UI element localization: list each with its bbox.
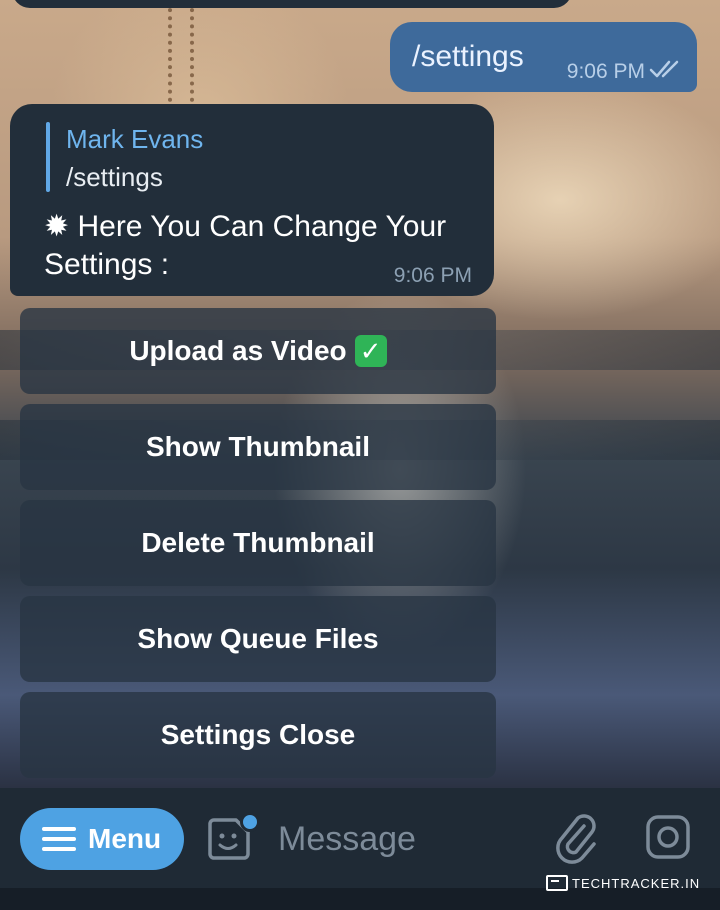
show-thumbnail-button[interactable]: Show Thumbnail xyxy=(20,404,496,490)
attach-icon[interactable] xyxy=(554,810,598,866)
button-label: Show Queue Files xyxy=(137,623,379,654)
outgoing-message-time: 9:06 PM xyxy=(566,60,645,83)
menu-icon xyxy=(42,827,76,851)
wallpaper-chain xyxy=(168,0,194,110)
menu-button-label: Menu xyxy=(88,823,162,854)
camera-icon[interactable] xyxy=(645,814,691,860)
message-input[interactable] xyxy=(278,816,528,862)
watermark-text: TECHTRACKER.IN xyxy=(572,875,701,891)
double-check-icon xyxy=(649,60,679,78)
button-label: Delete Thumbnail xyxy=(141,527,375,558)
reply-sender-name[interactable]: Mark Evans xyxy=(66,124,203,155)
check-mark-icon: ✓ xyxy=(354,335,387,367)
button-label: Show Thumbnail xyxy=(146,431,370,462)
button-label: Settings Close xyxy=(160,719,356,750)
settings-close-button[interactable]: Settings Close xyxy=(20,692,496,778)
incoming-message-time: 9:06 PM xyxy=(393,264,472,287)
menu-button[interactable]: Menu xyxy=(20,808,184,870)
upload-as-video-button[interactable]: Upload as Video ✓ xyxy=(20,308,496,394)
watermark-logo-icon xyxy=(546,875,568,891)
reply-quoted-text: /settings xyxy=(66,162,163,192)
show-queue-files-button[interactable]: Show Queue Files xyxy=(20,596,496,682)
outgoing-message-text: /settings xyxy=(412,40,524,73)
delete-thumbnail-button[interactable]: Delete Thumbnail xyxy=(20,500,496,586)
incoming-message[interactable]: Mark Evans /settings ✹ Here You Can Chan… xyxy=(10,104,494,296)
notification-dot xyxy=(240,812,260,832)
previous-message-bubble xyxy=(12,0,572,8)
button-label: Upload as Video xyxy=(129,335,347,366)
outgoing-message[interactable]: /settings 9:06 PM xyxy=(390,22,697,92)
reply-indicator xyxy=(46,122,50,192)
watermark: TECHTRACKER.IN xyxy=(546,872,716,894)
